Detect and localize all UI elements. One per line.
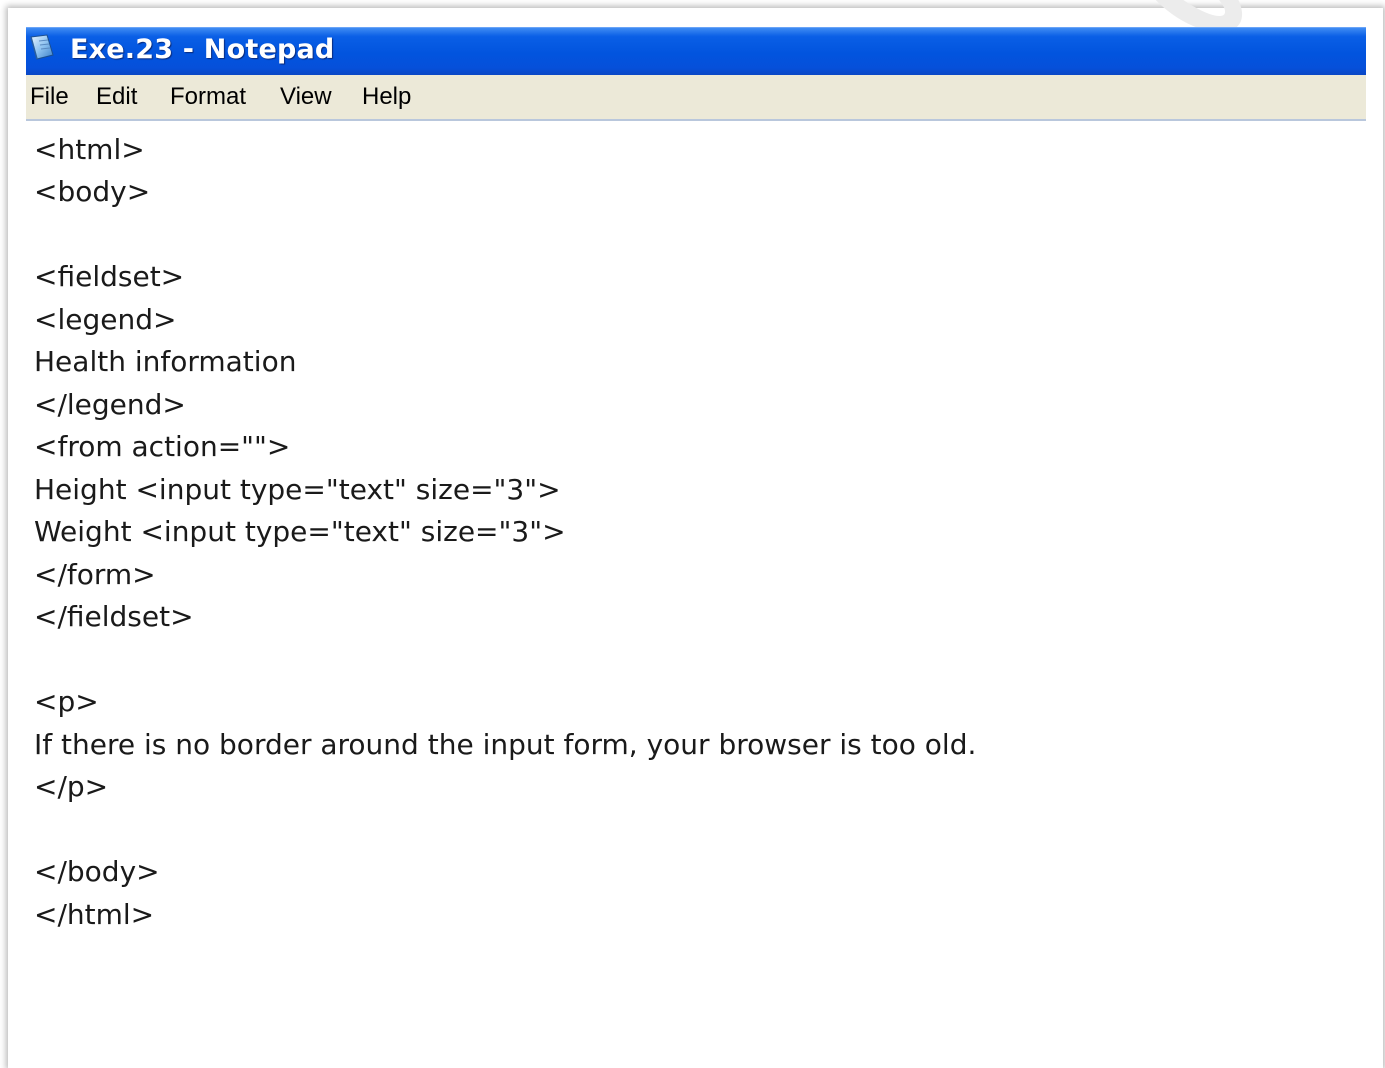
menu-edit[interactable]: Edit <box>96 82 137 112</box>
notepad-window: Exe.23 - Notepad File Edit Format View H… <box>26 27 1366 1044</box>
code-line: Height <input type="text" size="3"> <box>34 473 561 506</box>
code-line: <p> <box>34 685 99 718</box>
code-line: <body> <box>34 175 151 208</box>
code-line: <legend> <box>34 303 177 336</box>
code-line: </legend> <box>34 388 186 421</box>
code-line: If there is no border around the input f… <box>34 728 977 761</box>
menu-view[interactable]: View <box>280 82 332 112</box>
code-line: </p> <box>34 770 109 803</box>
code-line: <html> <box>34 133 145 166</box>
code-line: </html> <box>34 898 155 931</box>
code-line: <fieldset> <box>34 260 185 293</box>
code-line: </fieldset> <box>34 600 194 633</box>
title-bar[interactable]: Exe.23 - Notepad <box>26 27 1366 75</box>
text-editor-area[interactable]: <html> <body> <fieldset> <legend> Health… <box>26 121 1366 1044</box>
code-line: Weight <input type="text" size="3"> <box>34 515 566 548</box>
code-line: <from action=""> <box>34 430 291 463</box>
menu-format[interactable]: Format <box>170 82 246 112</box>
code-line: Health information <box>34 345 297 378</box>
code-line: </body> <box>34 855 160 888</box>
window-title: Exe.23 - Notepad <box>70 34 335 65</box>
menu-bar: File Edit Format View Help <box>26 75 1366 121</box>
code-line: </form> <box>34 558 156 591</box>
menu-file[interactable]: File <box>30 82 69 112</box>
menu-help[interactable]: Help <box>362 82 411 112</box>
notepad-icon[interactable] <box>28 33 56 61</box>
